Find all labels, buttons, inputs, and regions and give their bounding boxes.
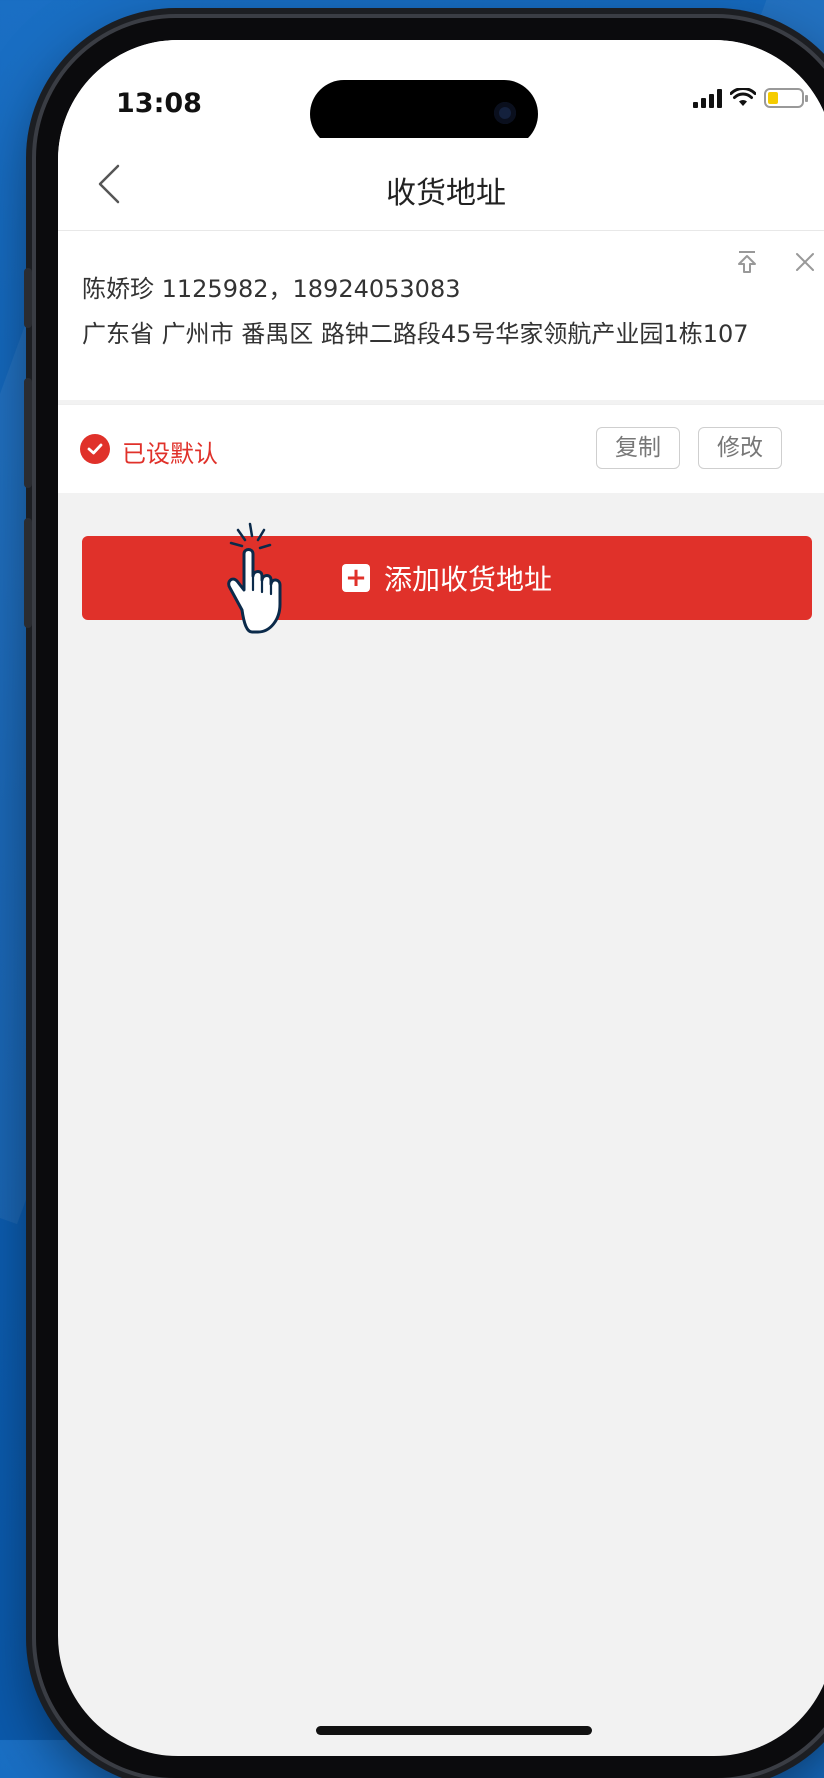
plus-icon: +	[341, 564, 370, 592]
status-time: 13:08	[116, 88, 202, 119]
edit-button[interactable]: 修改	[698, 427, 782, 469]
wifi-icon	[730, 88, 756, 106]
phone-frame: 13:08 收货地址 陈娇珍 1125982，18924053083 广东省 广…	[24, 18, 824, 1778]
contact-info: 陈娇珍 1125982，18924053083	[82, 275, 461, 303]
front-camera-icon	[494, 102, 516, 124]
copy-button[interactable]: 复制	[596, 427, 680, 469]
add-address-label: 添加收货地址	[383, 563, 552, 596]
full-address: 广东省 广州市 番禺区 路钟二路段45号华家领航产业园1栋107	[82, 320, 749, 348]
default-check-icon[interactable]	[80, 434, 110, 464]
status-bar: 13:08	[58, 40, 824, 148]
pin-top-icon[interactable]	[732, 247, 762, 277]
phone-screen: 13:08 收货地址 陈娇珍 1125982，18924053083 广东省 广…	[58, 40, 824, 1756]
volume-down-button	[24, 518, 32, 628]
page-title: 收货地址	[386, 176, 506, 211]
navigation-bar: 收货地址	[58, 138, 824, 231]
volume-up-button	[24, 378, 32, 488]
silent-switch	[24, 268, 32, 328]
default-label: 已设默认	[122, 440, 218, 468]
default-address-row: 已设默认 复制 修改	[58, 404, 824, 493]
close-icon[interactable]	[790, 247, 820, 277]
battery-icon	[764, 88, 808, 108]
card-icons	[732, 247, 820, 277]
add-address-button[interactable]: + 添加收货地址	[82, 536, 812, 620]
cellular-signal-icon	[693, 88, 722, 108]
address-card[interactable]: 陈娇珍 1125982，18924053083 广东省 广州市 番禺区 路钟二路…	[58, 231, 824, 400]
status-icons	[693, 88, 808, 108]
home-indicator[interactable]	[316, 1726, 592, 1735]
